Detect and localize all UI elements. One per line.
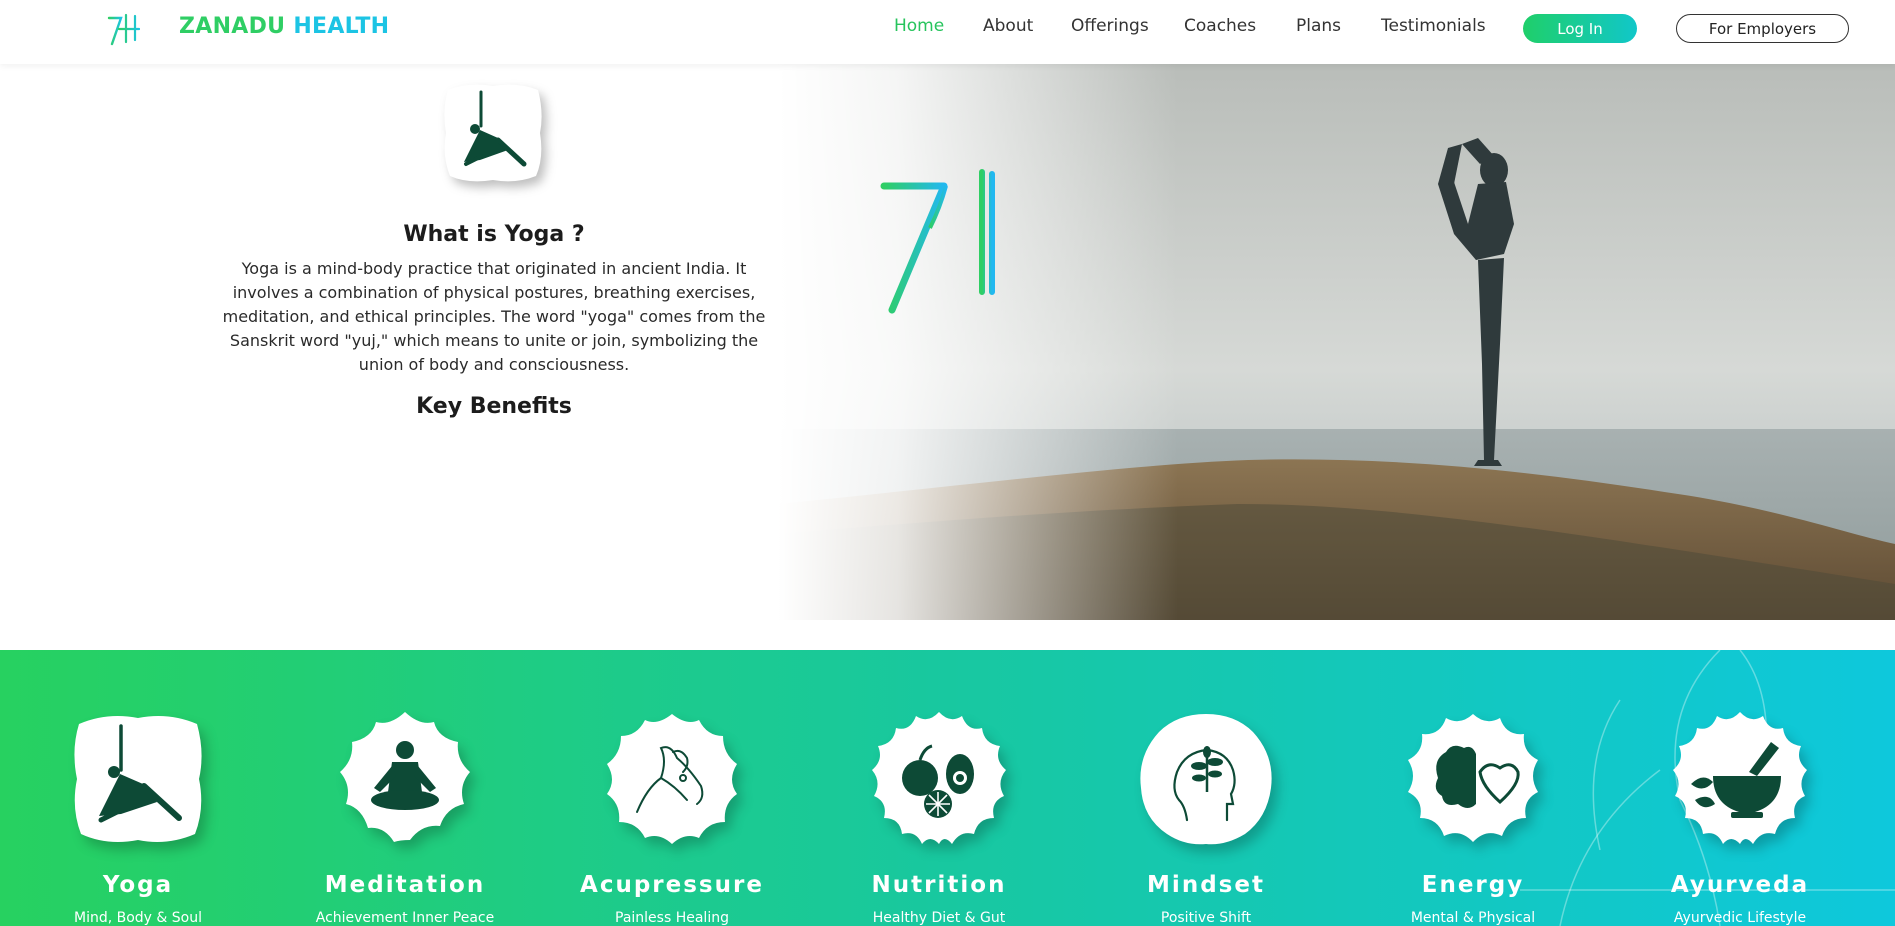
nav-home[interactable]: Home — [894, 16, 944, 36]
hero-fade-overlay — [778, 64, 1178, 620]
offering-card-mindset[interactable]: Mindset Positive Shift — [1106, 708, 1306, 926]
growth-mind-icon — [1140, 714, 1272, 845]
offerings-band: Yoga Mind, Body & Soul Meditation Achiev… — [0, 650, 1895, 926]
nav-plans[interactable]: Plans — [1296, 16, 1341, 36]
offering-name: Mindset — [1147, 872, 1265, 898]
offering-card-meditation[interactable]: Meditation Achievement Inner Peace — [305, 708, 505, 926]
nav-offerings[interactable]: Offerings — [1071, 16, 1149, 36]
zh-logo-icon[interactable] — [106, 12, 140, 48]
offering-name: Ayurveda — [1670, 872, 1810, 898]
offering-subtitle: Mental & Physical — [1410, 910, 1536, 926]
brand-part-1: ZANADU — [179, 14, 286, 39]
mortar-pestle-icon — [1673, 712, 1807, 844]
nav-coaches[interactable]: Coaches — [1184, 16, 1256, 36]
site-header: ZANADU HEALTH Home About Offerings Coach… — [0, 0, 1895, 64]
offering-subtitle: Achievement Inner Peace — [315, 910, 495, 926]
offering-subtitle: Ayurvedic Lifestyle — [1673, 910, 1807, 926]
fruits-icon — [872, 712, 1006, 844]
offering-name: Yoga — [102, 872, 174, 898]
offering-name: Nutrition — [871, 872, 1007, 898]
login-button[interactable]: Log In — [1523, 14, 1637, 43]
offering-name: Meditation — [324, 872, 486, 898]
offering-card-energy[interactable]: Energy Mental & Physical — [1373, 708, 1573, 926]
brand-name[interactable]: ZANADU HEALTH — [179, 14, 389, 39]
brand-part-2: HEALTH — [293, 14, 390, 39]
nav-testimonials[interactable]: Testimonials — [1381, 16, 1486, 36]
offering-card-yoga[interactable]: Yoga Mind, Body & Soul — [38, 708, 238, 926]
offering-subtitle: Positive Shift — [1160, 910, 1252, 926]
nav-about[interactable]: About — [983, 16, 1033, 36]
offering-subtitle: Painless Healing — [615, 910, 729, 926]
triangle-pose-icon — [444, 84, 542, 182]
offering-name: Acupressure — [580, 872, 764, 898]
offering-card-nutrition[interactable]: Nutrition Healthy Diet & Gut — [839, 708, 1039, 926]
offering-card-ayurveda[interactable]: Ayurveda Ayurvedic Lifestyle — [1640, 708, 1840, 926]
offering-card-acupressure[interactable]: Acupressure Painless Healing — [572, 708, 772, 926]
triangle-pose-icon — [74, 716, 202, 842]
yoga-description: Yoga is a mind-body practice that origin… — [222, 259, 766, 374]
what-is-yoga-heading: What is Yoga ? — [403, 222, 585, 247]
offering-name: Energy — [1421, 872, 1525, 898]
offering-subtitle: Healthy Diet & Gut — [872, 910, 1006, 926]
meditation-icon — [340, 712, 470, 842]
for-employers-button[interactable]: For Employers — [1676, 14, 1849, 43]
zh-large-logo-icon — [880, 169, 1028, 314]
brain-heart-icon — [1408, 714, 1538, 842]
key-benefits-heading: Key Benefits — [416, 394, 572, 419]
offering-subtitle: Mind, Body & Soul — [73, 910, 202, 926]
acupressure-hand-icon — [607, 714, 737, 844]
